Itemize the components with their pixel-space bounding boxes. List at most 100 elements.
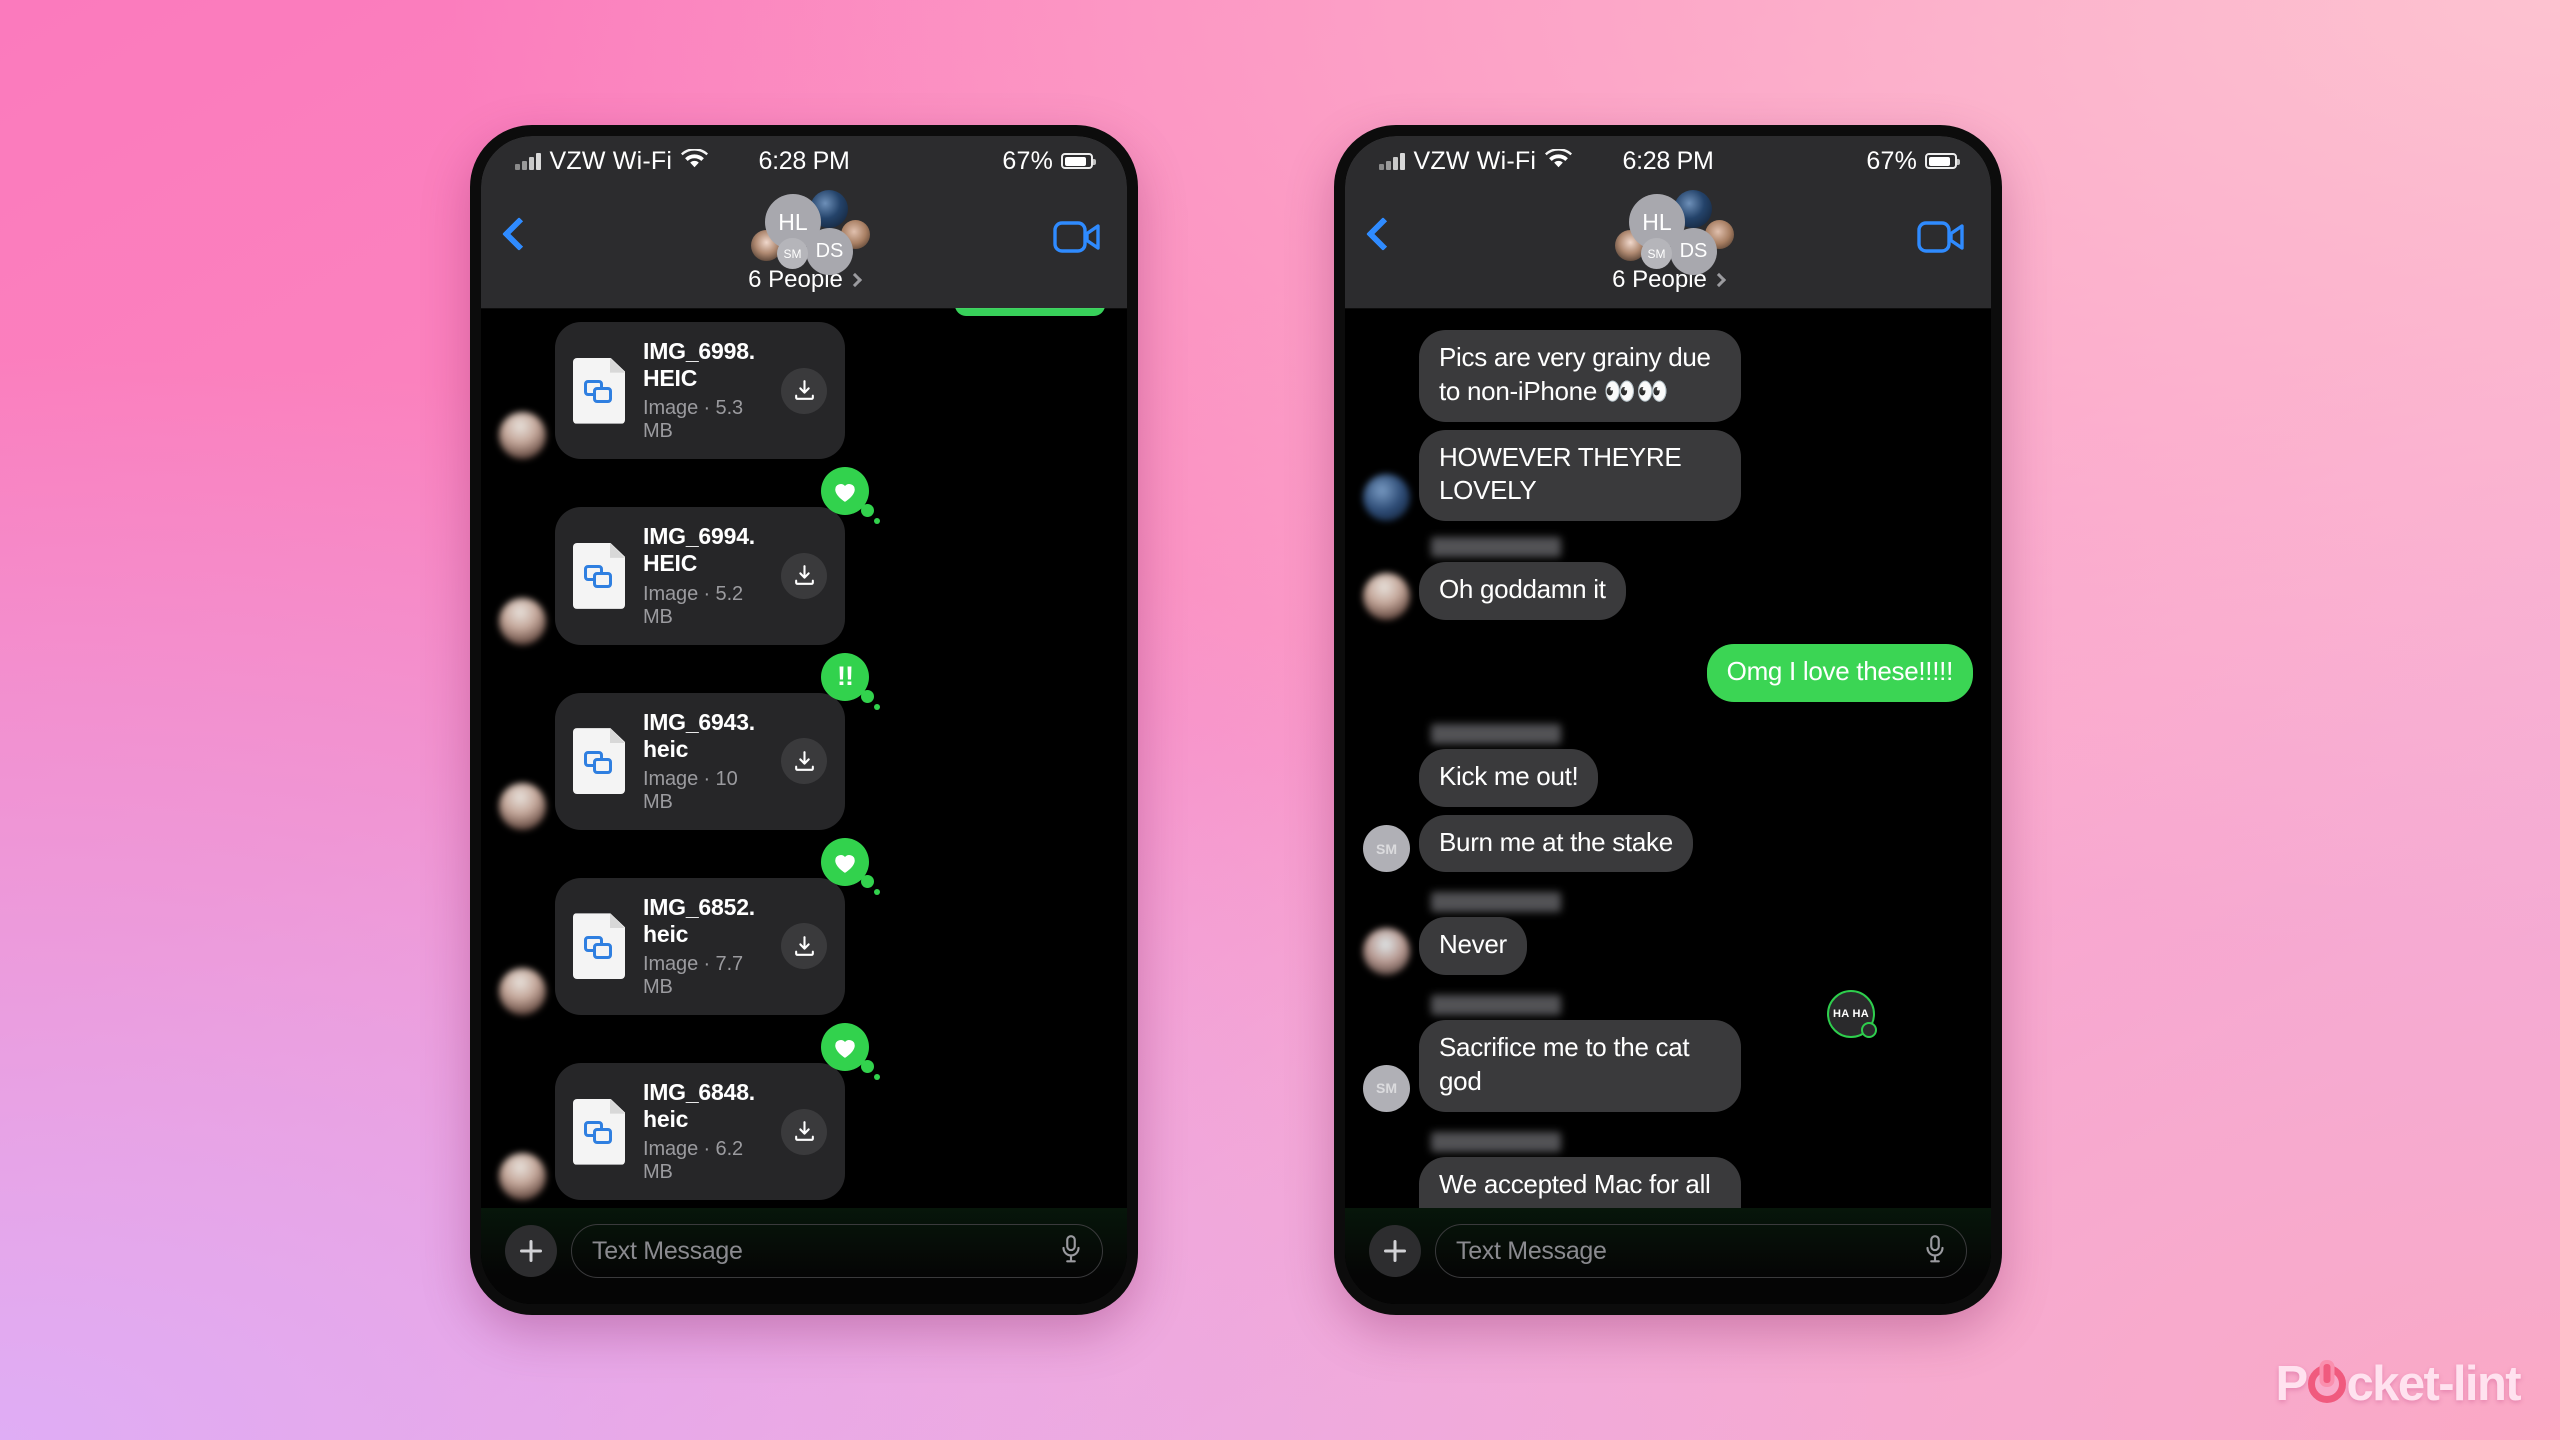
message-row: Pics are very grainy due to non-iPhone 👀… bbox=[1363, 330, 1973, 422]
file-attachment[interactable]: IMG_6848.heic Image · 6.2 MB bbox=[555, 1023, 880, 1201]
message-bubble[interactable]: Sacrifice me to the cat god bbox=[1419, 1020, 1741, 1112]
microphone-icon[interactable] bbox=[1924, 1234, 1946, 1269]
signal-bars-icon bbox=[515, 152, 541, 170]
message-bubble[interactable]: HOWEVER THEYRE LOVELY bbox=[1419, 429, 1741, 522]
heic-image-file-icon bbox=[573, 542, 625, 609]
phone-screen-left: VZW Wi-Fi 6:28 PM 67% HL DS SM 6 People … bbox=[481, 136, 1127, 1304]
avatar-cluster: HL DS SM bbox=[1553, 190, 1783, 275]
message-bubble[interactable]: We accepted Mac for all these years and … bbox=[1419, 1156, 1741, 1208]
battery-icon bbox=[1925, 153, 1960, 169]
sender-name bbox=[1363, 537, 1973, 558]
phone-right: VZW Wi-Fi 6:28 PM 67% HL DS SM 6 People … bbox=[1334, 125, 2002, 1315]
avatar bbox=[1363, 572, 1410, 620]
video-camera-icon[interactable] bbox=[1917, 220, 1965, 259]
group-identity[interactable]: HL DS SM 6 People bbox=[1553, 190, 1783, 294]
status-bar: VZW Wi-Fi 6:28 PM 67% bbox=[1345, 136, 1991, 182]
message-bubble[interactable]: Never bbox=[1419, 917, 1527, 976]
message-composer: Text Message bbox=[481, 1208, 1127, 1304]
message-bubble[interactable]: Kick me out! bbox=[1419, 748, 1599, 807]
message-row: !! IMG_6943.heic Image · 10 MB bbox=[499, 652, 1109, 830]
wifi-icon bbox=[1545, 147, 1573, 176]
file-info: IMG_6852.heic Image · 7.7 MB bbox=[643, 894, 763, 999]
file-attachment[interactable]: IMG_6994.HEIC Image · 5.2 MB bbox=[555, 467, 880, 645]
message-thread-left[interactable]: IMG_6998.HEIC Image · 5.3 MB IMG_6994.HE… bbox=[481, 308, 1127, 1208]
wifi-icon bbox=[681, 147, 709, 176]
download-icon[interactable] bbox=[781, 738, 827, 785]
file-info: IMG_6998.HEIC Image · 5.3 MB bbox=[643, 338, 763, 443]
file-meta: Image · 7.7 MB bbox=[643, 953, 744, 998]
file-meta: Image · 5.2 MB bbox=[643, 582, 744, 628]
haha-reaction[interactable]: HA HA bbox=[1827, 990, 1877, 1039]
status-bar: VZW Wi-Fi 6:28 PM 67% bbox=[481, 136, 1127, 182]
message-row: IMG_6852.heic Image · 7.7 MB bbox=[499, 837, 1109, 1015]
message-row: Omg I love these!!!!! bbox=[1363, 643, 1973, 702]
chevron-right-icon bbox=[847, 272, 862, 288]
message-bubble[interactable]: Omg I love these!!!!! bbox=[1706, 643, 1973, 702]
message-bubble[interactable]: Burn me at the stake bbox=[1419, 814, 1693, 873]
video-camera-icon[interactable] bbox=[1053, 220, 1101, 259]
haha-reaction-label: HA HA bbox=[1833, 1007, 1869, 1020]
file-name: IMG_6852.heic bbox=[643, 893, 755, 947]
download-icon[interactable] bbox=[781, 552, 827, 599]
chevron-right-icon bbox=[1711, 272, 1726, 288]
file-name: IMG_6998.HEIC bbox=[643, 338, 755, 392]
message-row: Never bbox=[1363, 917, 1973, 976]
message-input[interactable]: Text Message bbox=[571, 1224, 1103, 1278]
pocket-lint-watermark: Pcket-lint bbox=[2275, 1356, 2521, 1412]
file-meta: Image · 6.2 MB bbox=[643, 1138, 744, 1184]
file-attachment[interactable]: IMG_6852.heic Image · 7.7 MB bbox=[555, 837, 880, 1015]
message-row: SM Burn me at the stake bbox=[1363, 814, 1973, 873]
message-row: IMG_6848.heic Image · 6.2 MB bbox=[499, 1023, 1109, 1201]
microphone-icon[interactable] bbox=[1060, 1234, 1082, 1269]
file-attachment[interactable]: IMG_6998.HEIC Image · 5.3 MB bbox=[555, 322, 845, 460]
file-info: IMG_6994.HEIC Image · 5.2 MB bbox=[643, 523, 763, 628]
avatar bbox=[1363, 474, 1410, 522]
heart-reaction[interactable] bbox=[821, 1023, 880, 1080]
avatar-cluster: HL DS SM bbox=[689, 190, 919, 275]
avatar bbox=[499, 597, 546, 645]
back-chevron-icon[interactable] bbox=[502, 217, 536, 251]
sender-name bbox=[1363, 1131, 1973, 1152]
avatar bbox=[499, 782, 546, 830]
plus-icon[interactable] bbox=[1369, 1225, 1421, 1277]
avatar: DS bbox=[806, 228, 853, 275]
avatar bbox=[499, 1153, 546, 1201]
file-meta: Image · 5.3 MB bbox=[643, 397, 744, 443]
conversation-header: HL DS SM 6 People bbox=[481, 182, 1127, 308]
exclamation-reaction[interactable]: !! bbox=[821, 652, 880, 710]
message-bubble[interactable]: Oh goddamn it bbox=[1419, 562, 1626, 620]
message-row: SM Sacrifice me to the cat god HA HA bbox=[1363, 990, 1973, 1112]
people-count-button[interactable]: 6 People bbox=[1553, 266, 1783, 294]
avatar: SM bbox=[777, 238, 808, 269]
avatar: SM bbox=[1641, 238, 1672, 269]
avatar: SM bbox=[1363, 825, 1410, 873]
message-thread-right[interactable]: Pics are very grainy due to non-iPhone 👀… bbox=[1345, 308, 1991, 1208]
file-info: IMG_6848.heic Image · 6.2 MB bbox=[643, 1079, 763, 1184]
avatar bbox=[1363, 928, 1410, 976]
message-input-placeholder: Text Message bbox=[592, 1236, 743, 1265]
file-attachment[interactable]: !! IMG_6943.heic Image · 10 MB bbox=[555, 652, 880, 830]
message-bubble[interactable]: Pics are very grainy due to non-iPhone 👀… bbox=[1419, 330, 1741, 422]
message-input[interactable]: Text Message bbox=[1435, 1224, 1967, 1278]
back-chevron-icon[interactable] bbox=[1366, 217, 1400, 251]
sender-name bbox=[1363, 723, 1973, 744]
message-row: Kick me out! bbox=[1363, 748, 1973, 807]
heic-image-file-icon bbox=[573, 1098, 625, 1165]
battery-percent-label: 67% bbox=[1002, 146, 1053, 175]
download-icon[interactable] bbox=[781, 923, 827, 970]
message-row: We accepted Mac for all these years and … bbox=[1363, 1156, 1973, 1208]
status-bar-left: VZW Wi-Fi bbox=[515, 147, 709, 176]
watermark-text-before: P bbox=[2275, 1357, 2308, 1411]
people-count-button[interactable]: 6 People bbox=[689, 266, 919, 294]
download-icon[interactable] bbox=[781, 367, 827, 414]
plus-icon[interactable] bbox=[505, 1225, 557, 1277]
file-meta: Image · 10 MB bbox=[643, 767, 738, 813]
heic-image-file-icon bbox=[573, 728, 625, 795]
file-name: IMG_6848.heic bbox=[643, 1079, 755, 1133]
download-icon[interactable] bbox=[781, 1108, 827, 1155]
power-symbol-icon bbox=[2307, 1365, 2346, 1403]
heart-reaction[interactable] bbox=[821, 467, 880, 525]
group-identity[interactable]: HL DS SM 6 People bbox=[689, 190, 919, 294]
avatar bbox=[499, 968, 546, 1015]
heart-reaction[interactable] bbox=[821, 837, 880, 895]
